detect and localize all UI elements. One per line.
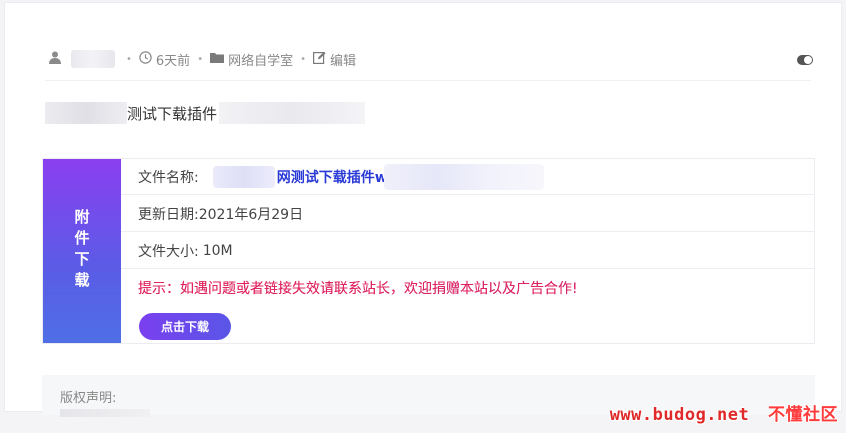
meta-separator: •	[197, 53, 204, 65]
download-button[interactable]: 点击下载	[139, 313, 231, 340]
redacted-text	[60, 409, 150, 417]
meta-divider	[45, 80, 811, 81]
redacted-text	[212, 165, 275, 188]
redacted-text	[219, 102, 366, 124]
file-size-value: 10M	[202, 242, 233, 259]
post-category[interactable]: 网络自学室	[228, 50, 293, 69]
download-box: 附件下载 文件名称: 网测试下载插件w 更新日期: 2021年6月29日 文件大…	[42, 158, 815, 344]
update-date-value: 2021年6月29日	[198, 206, 304, 223]
file-name-label: 文件名称:	[138, 169, 199, 186]
file-size-label: 文件大小:	[138, 243, 199, 260]
redacted-text	[45, 102, 127, 124]
post-time: 6天前	[155, 53, 191, 69]
update-date-row: 更新日期: 2021年6月29日	[121, 196, 814, 232]
clock-icon	[139, 50, 152, 68]
file-name-text: 网测试下载插件w	[276, 169, 388, 186]
theme-toggle[interactable]	[797, 55, 813, 65]
post-meta: • 6天前 • 网络自学室 • 编辑	[49, 47, 811, 71]
author-name-redacted[interactable]	[71, 50, 115, 68]
site-watermark: www.budog.net 不懂社区	[610, 400, 838, 425]
meta-separator: •	[126, 53, 132, 65]
watermark-site: 不懂社区	[768, 405, 838, 425]
edit-link[interactable]: 编辑	[330, 50, 356, 69]
meta-separator: •	[300, 53, 307, 65]
edit-icon[interactable]	[313, 51, 326, 68]
tip-row: 提示：如遇问题或者链接失效请联系站长，欢迎捐赠本站以及广告合作!	[121, 270, 814, 306]
folder-icon	[210, 52, 225, 67]
user-icon	[49, 51, 61, 68]
tip-text: 提示：如遇问题或者链接失效请联系站长，欢迎捐赠本站以及广告合作!	[138, 278, 578, 298]
post-content-text: 测试下载插件	[127, 104, 218, 123]
download-side-label: 附件下载	[43, 159, 121, 343]
post-content-line: 测试下载插件	[45, 101, 366, 125]
download-side-text: 附件下载	[72, 209, 91, 293]
update-date-label: 更新日期:	[138, 206, 199, 223]
redacted-text	[383, 163, 544, 190]
file-size-row: 文件大小: 10M	[121, 233, 814, 269]
file-name-row: 文件名称: 网测试下载插件w	[121, 159, 814, 195]
file-name-value: 网测试下载插件w	[199, 163, 544, 190]
watermark-url: www.budog.net	[609, 405, 750, 425]
copyright-label: 版权声明:	[60, 391, 117, 406]
